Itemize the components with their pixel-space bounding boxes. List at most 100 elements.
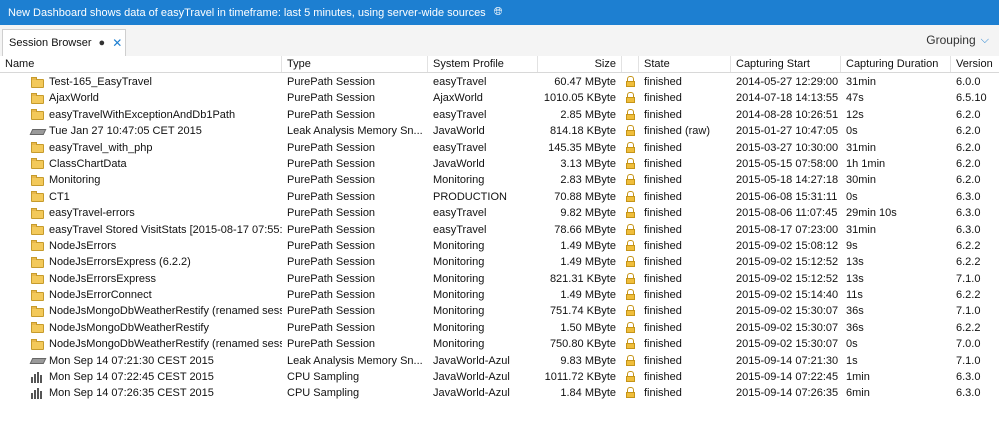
session-name-cell: easyTravel-errors xyxy=(0,205,282,221)
table-row[interactable]: NodeJsErrorsExpress PurePath Session Monit… xyxy=(0,271,999,287)
lock-icon xyxy=(626,76,635,87)
cell-start: 2015-09-02 15:14:40 xyxy=(736,289,839,302)
cell-size: 1.50 MByte xyxy=(560,321,616,334)
cell-version: 6.3.0 xyxy=(956,387,981,400)
session-name-cell: NodeJsErrorsExpress (6.2.2) xyxy=(0,254,282,270)
table-row[interactable]: AjaxWorld PurePath Session AjaxWorld 1010.0… xyxy=(0,90,999,107)
table-row[interactable]: easyTravelWithExceptionAndDb1Path PurePat… xyxy=(0,107,999,123)
table-header: Name Type System Profile Size State Capt… xyxy=(0,56,999,73)
folder-icon xyxy=(31,109,45,121)
cell-duration: 29min 10s xyxy=(846,207,897,220)
table-row[interactable]: easyTravel Stored VisitStats [2015-08-17… xyxy=(0,221,999,238)
session-name: CT1 xyxy=(49,190,70,203)
cell-duration: 1s xyxy=(846,354,858,367)
cell-version: 6.2.0 xyxy=(956,174,981,187)
cpu-icon xyxy=(31,387,45,399)
grouping-dropdown[interactable]: Grouping ⌵ xyxy=(926,33,989,47)
cell-duration: 30min xyxy=(846,174,876,187)
cell-state: finished xyxy=(644,289,682,302)
cell-type: PurePath Session xyxy=(287,239,376,252)
folder-icon xyxy=(31,289,45,301)
tab-session-browser[interactable]: Session Browser ● ✕ xyxy=(2,29,126,56)
table-row[interactable]: NodeJsMongoDbWeatherRestify (renamed ses… xyxy=(0,336,999,352)
cell-profile: Monitoring xyxy=(433,256,485,269)
cell-state: finished xyxy=(644,239,682,252)
cell-start: 2015-09-02 15:12:52 xyxy=(736,272,839,285)
cell-start: 2015-09-02 15:30:07 xyxy=(736,338,839,351)
lock-icon xyxy=(626,174,635,186)
column-header-name[interactable]: Name xyxy=(0,56,282,72)
column-header-capturing-start[interactable]: Capturing Start xyxy=(731,56,841,72)
folder-icon xyxy=(31,240,45,252)
cell-version: 6.3.0 xyxy=(956,371,981,384)
table-row[interactable]: Tue Jan 27 10:47:05 CET 2015 Leak Analysi… xyxy=(0,123,999,140)
session-name: NodeJsErrorConnect xyxy=(49,289,152,302)
table-row[interactable]: Monitoring PurePath Session Monitoring 2.83… xyxy=(0,172,999,188)
session-name-cell: NodeJsErrors xyxy=(0,238,282,254)
session-name-cell: Test-165_EasyTravel xyxy=(0,74,282,90)
column-header-type[interactable]: Type xyxy=(282,56,428,72)
dashboard-banner: New Dashboard shows data of easyTravel i… xyxy=(0,0,999,25)
folder-icon xyxy=(31,256,45,268)
cell-start: 2015-09-02 15:30:07 xyxy=(736,321,839,334)
banner-text: New Dashboard shows data of easyTravel i… xyxy=(8,6,486,19)
cell-type: PurePath Session xyxy=(287,321,376,334)
cell-version: 7.1.0 xyxy=(956,354,981,367)
cell-state: finished xyxy=(644,92,682,105)
session-name: Mon Sep 14 07:21:30 CEST 2015 xyxy=(49,354,214,367)
cell-duration: 13s xyxy=(846,256,864,269)
column-header-lock[interactable] xyxy=(622,56,639,72)
cell-duration: 31min xyxy=(846,76,876,88)
session-name-cell: NodeJsMongoDbWeatherRestify xyxy=(0,320,282,336)
cell-type: PurePath Session xyxy=(287,223,376,236)
cpu-icon xyxy=(31,371,45,383)
cell-size: 70.88 MByte xyxy=(554,190,616,203)
session-name: NodeJsErrorsExpress xyxy=(49,272,156,285)
cell-type: Leak Analysis Memory Sn... xyxy=(287,125,423,138)
table-row[interactable]: NodeJsErrorConnect PurePath Session Monito… xyxy=(0,287,999,304)
cell-type: Leak Analysis Memory Sn... xyxy=(287,354,423,367)
lock-icon xyxy=(626,305,635,317)
table-row[interactable]: easyTravel_with_php PurePath Session easyT… xyxy=(0,140,999,156)
column-header-capturing-duration[interactable]: Capturing Duration xyxy=(841,56,951,72)
cell-version: 6.3.0 xyxy=(956,207,981,220)
lock-icon xyxy=(626,223,635,235)
cell-start: 2015-09-14 07:21:30 xyxy=(736,354,839,367)
cell-size: 3.13 MByte xyxy=(560,157,616,170)
globe-icon[interactable]: ● xyxy=(99,37,106,49)
cell-profile: JavaWorld xyxy=(433,125,485,138)
cell-size: 751.74 KByte xyxy=(549,305,616,318)
table-row[interactable]: easyTravel-errors PurePath Session easyTra… xyxy=(0,205,999,221)
table-row[interactable]: ClassChartData PurePath Session JavaWorld 3… xyxy=(0,155,999,173)
folder-icon xyxy=(31,207,45,219)
session-name-cell: easyTravel Stored VisitStats [2015-08-17… xyxy=(0,222,282,238)
table-row[interactable]: NodeJsMongoDbWeatherRestify PurePath Sess… xyxy=(0,319,999,337)
column-header-version[interactable]: Version xyxy=(951,56,999,72)
cell-state: finished xyxy=(644,108,682,121)
table-row[interactable]: Mon Sep 14 07:22:45 CEST 2015 CPU Samplin… xyxy=(0,369,999,385)
session-name: easyTravel Stored VisitStats [2015-08-17… xyxy=(49,223,282,236)
cell-size: 78.66 MByte xyxy=(554,223,616,236)
cell-version: 6.3.0 xyxy=(956,190,981,203)
folder-icon xyxy=(31,142,45,154)
column-header-size[interactable]: Size xyxy=(538,56,622,72)
cell-state: finished xyxy=(644,371,682,384)
lock-icon xyxy=(626,272,635,284)
table-row[interactable]: NodeJsErrors PurePath Session Monitoring 1.… xyxy=(0,238,999,254)
close-icon[interactable]: ✕ xyxy=(112,36,122,50)
column-header-system-profile[interactable]: System Profile xyxy=(428,56,538,72)
table-row[interactable]: CT1 PurePath Session PRODUCTION 70.88 MByte… xyxy=(0,188,999,206)
table-row[interactable]: Mon Sep 14 07:26:35 CEST 2015 CPU Samplin… xyxy=(0,385,999,402)
cell-state: finished xyxy=(644,207,682,220)
session-name-cell: Mon Sep 14 07:22:45 CEST 2015 xyxy=(0,369,282,385)
cell-duration: 1min xyxy=(846,371,870,384)
lock-icon xyxy=(626,141,635,153)
column-header-state[interactable]: State xyxy=(639,56,731,72)
table-row[interactable]: NodeJsErrorsExpress (6.2.2) PurePath Sess… xyxy=(0,254,999,271)
cell-profile: easyTravel xyxy=(433,207,487,220)
cell-profile: JavaWorld xyxy=(433,157,485,170)
cell-version: 6.2.2 xyxy=(956,321,981,334)
table-row[interactable]: Mon Sep 14 07:21:30 CEST 2015 Leak Analys… xyxy=(0,352,999,370)
table-row[interactable]: Test-165_EasyTravel PurePath Session easyT… xyxy=(0,74,999,90)
table-row[interactable]: NodeJsMongoDbWeatherRestify (renamed ses… xyxy=(0,303,999,319)
